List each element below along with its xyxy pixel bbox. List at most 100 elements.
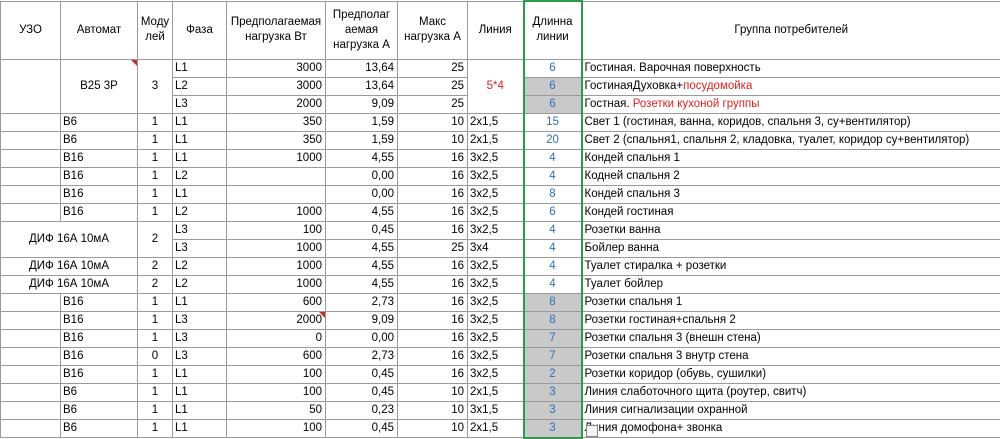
cell-group[interactable]: Кондей гостиная <box>582 203 1000 221</box>
cell-load-a[interactable]: 0,23 <box>326 401 398 419</box>
cell-modules[interactable]: 0 <box>138 347 173 365</box>
cell-length[interactable]: 8 <box>524 293 582 311</box>
cell-breaker[interactable]: B6 <box>61 383 138 401</box>
cell-group[interactable]: Гостиная. Варочная поверхность <box>582 59 1000 77</box>
cell-uzo[interactable]: ДИФ 16А 10мА <box>1 257 138 275</box>
cell-group[interactable]: Туалет стиралка + розетки <box>582 257 1000 275</box>
cell-line[interactable]: 2x1,5 <box>468 419 524 438</box>
cell-max-a[interactable]: 10 <box>398 131 468 149</box>
cell-group[interactable]: Кондей спальня 1 <box>582 149 1000 167</box>
cell-load-w[interactable]: 0 <box>227 329 326 347</box>
cell-group[interactable]: Бойлер ванна <box>582 239 1000 257</box>
cell-load-w[interactable]: 2000 <box>227 95 326 113</box>
cell-modules[interactable]: 1 <box>138 149 173 167</box>
cell-group[interactable]: Туалет бойлер <box>582 275 1000 293</box>
cell-group[interactable]: Линия домофона+ звонка <box>582 419 1000 438</box>
cell-uzo[interactable] <box>1 149 61 167</box>
cell-line[interactable]: 3x2,5 <box>468 221 524 239</box>
cell-phase[interactable]: L1 <box>173 401 227 419</box>
cell-max-a[interactable]: 16 <box>398 365 468 383</box>
header-length[interactable]: Длинна линии <box>524 1 582 59</box>
cell-max-a[interactable]: 16 <box>398 275 468 293</box>
cell-max-a[interactable]: 16 <box>398 149 468 167</box>
cell-length[interactable]: 3 <box>524 401 582 419</box>
cell-phase[interactable]: L2 <box>173 257 227 275</box>
cell-breaker[interactable]: B16 <box>61 149 138 167</box>
quick-analysis-icon[interactable] <box>586 425 598 437</box>
cell-line[interactable]: 2x1,5 <box>468 131 524 149</box>
cell-line[interactable]: 3x2,5 <box>468 185 524 203</box>
cell-line[interactable]: 3x2,5 <box>468 149 524 167</box>
cell-modules[interactable]: 1 <box>138 113 173 131</box>
cell-group[interactable]: Розетки спальня 3 (внешн стена) <box>582 329 1000 347</box>
cell-modules[interactable]: 1 <box>138 203 173 221</box>
header-group[interactable]: Группа потребителей <box>582 1 1000 59</box>
cell-phase[interactable]: L2 <box>173 275 227 293</box>
cell-load-a[interactable]: 4,55 <box>326 239 398 257</box>
cell-length[interactable]: 2 <box>524 365 582 383</box>
cell-load-w[interactable]: 1000 <box>227 149 326 167</box>
cell-load-a[interactable]: 13,64 <box>326 77 398 95</box>
cell-phase[interactable]: L1 <box>173 149 227 167</box>
cell-line[interactable]: 3x2,5 <box>468 203 524 221</box>
cell-max-a[interactable]: 16 <box>398 293 468 311</box>
cell-max-a[interactable]: 16 <box>398 185 468 203</box>
cell-load-w[interactable]: 100 <box>227 419 326 438</box>
cell-phase[interactable]: L2 <box>173 203 227 221</box>
cell-max-a[interactable]: 25 <box>398 239 468 257</box>
cell-length[interactable]: 8 <box>524 311 582 329</box>
cell-load-a[interactable]: 1,59 <box>326 131 398 149</box>
cell-load-a[interactable]: 0,00 <box>326 329 398 347</box>
cell-uzo[interactable] <box>1 131 61 149</box>
cell-phase[interactable]: L1 <box>173 383 227 401</box>
cell-length[interactable]: 7 <box>524 347 582 365</box>
cell-load-a[interactable]: 2,73 <box>326 347 398 365</box>
cell-line[interactable]: 2x1,5 <box>468 113 524 131</box>
cell-max-a[interactable]: 10 <box>398 401 468 419</box>
cell-length[interactable]: 6 <box>524 95 582 113</box>
header-breaker[interactable]: Автомат <box>61 1 138 59</box>
cell-length[interactable]: 6 <box>524 203 582 221</box>
cell-load-w[interactable]: 100 <box>227 221 326 239</box>
cell-uzo[interactable] <box>1 59 61 113</box>
cell-load-w[interactable]: 600 <box>227 293 326 311</box>
cell-line[interactable]: 3x1,5 <box>468 401 524 419</box>
cell-group[interactable]: Гостная. Розетки кухоной группы <box>582 95 1000 113</box>
cell-modules[interactable]: 1 <box>138 167 173 185</box>
cell-length[interactable]: 4 <box>524 239 582 257</box>
cell-load-a[interactable]: 9,09 <box>326 311 398 329</box>
cell-breaker[interactable]: B16 <box>61 365 138 383</box>
cell-phase[interactable]: L1 <box>173 293 227 311</box>
cell-modules[interactable]: 1 <box>138 311 173 329</box>
cell-modules[interactable]: 1 <box>138 419 173 438</box>
cell-modules[interactable]: 1 <box>138 383 173 401</box>
cell-uzo[interactable] <box>1 311 61 329</box>
cell-phase[interactable]: L1 <box>173 113 227 131</box>
cell-line[interactable]: 3x2,5 <box>468 275 524 293</box>
cell-line[interactable]: 3x4 <box>468 239 524 257</box>
cell-max-a[interactable]: 16 <box>398 167 468 185</box>
cell-breaker[interactable]: B16 <box>61 329 138 347</box>
cell-load-a[interactable]: 0,00 <box>326 185 398 203</box>
cell-uzo[interactable] <box>1 329 61 347</box>
cell-load-w[interactable]: 350 <box>227 113 326 131</box>
cell-group[interactable]: Розетки спальня 3 внутр стена <box>582 347 1000 365</box>
cell-breaker[interactable]: B16 <box>61 293 138 311</box>
cell-modules[interactable]: 1 <box>138 185 173 203</box>
header-max-a[interactable]: Макс нагрузка А <box>398 1 468 59</box>
cell-group[interactable]: Свет 1 (гостиная, ванна, коридов, спальн… <box>582 113 1000 131</box>
cell-load-a[interactable]: 4,55 <box>326 257 398 275</box>
cell-max-a[interactable]: 16 <box>398 311 468 329</box>
cell-line[interactable]: 2x1,5 <box>468 383 524 401</box>
cell-phase[interactable]: L2 <box>173 77 227 95</box>
cell-uzo[interactable] <box>1 383 61 401</box>
cell-group[interactable]: Кондей спальня 3 <box>582 185 1000 203</box>
cell-load-w[interactable]: 3000 <box>227 77 326 95</box>
cell-breaker[interactable]: B6 <box>61 419 138 438</box>
cell-line[interactable]: 3x2,5 <box>468 365 524 383</box>
cell-uzo[interactable] <box>1 347 61 365</box>
header-load-w[interactable]: Предполагаемая нагрузка Вт <box>227 1 326 59</box>
cell-max-a[interactable]: 25 <box>398 95 468 113</box>
cell-load-a[interactable]: 4,55 <box>326 275 398 293</box>
cell-uzo[interactable] <box>1 293 61 311</box>
